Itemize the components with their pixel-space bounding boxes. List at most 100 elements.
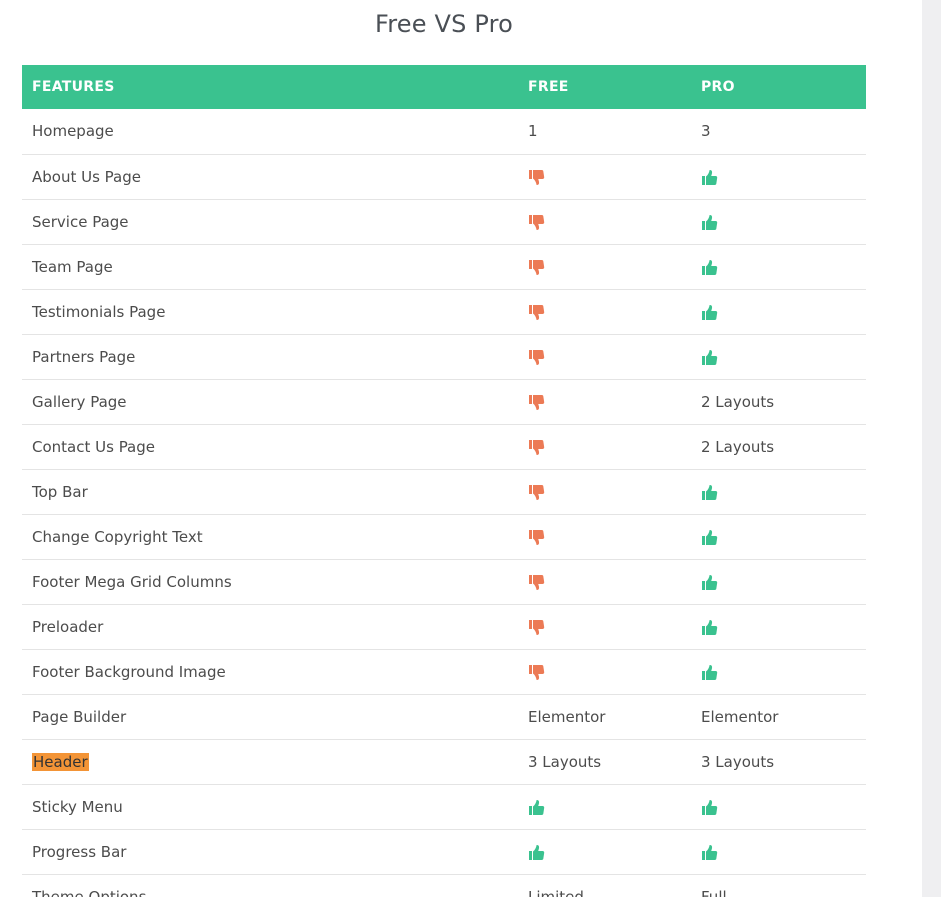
pro-cell	[693, 154, 866, 200]
free-value: Elementor	[528, 707, 606, 726]
free-cell	[520, 469, 693, 515]
thumbs-down-icon	[528, 214, 545, 231]
table-row: Team Page	[22, 244, 866, 290]
free-cell	[520, 424, 693, 470]
pro-cell	[693, 604, 866, 650]
thumbs-down-icon	[528, 484, 545, 501]
table-header-row: FEATURES FREE PRO	[22, 65, 866, 109]
thumbs-down-icon	[528, 664, 545, 681]
thumbs-up-icon	[701, 259, 718, 276]
feature-label: Change Copyright Text	[32, 527, 203, 546]
scrollbar-track[interactable]	[922, 0, 941, 897]
pro-cell	[693, 559, 866, 605]
feature-cell: Homepage	[22, 109, 520, 155]
pro-value: Elementor	[701, 707, 779, 726]
table-row: Progress Bar	[22, 829, 866, 875]
free-cell: 3 Layouts	[520, 739, 693, 785]
table-row: Preloader	[22, 604, 866, 650]
free-cell: 1	[520, 109, 693, 155]
pro-value: 2 Layouts	[701, 437, 775, 456]
feature-cell: Page Builder	[22, 694, 520, 740]
feature-cell: Service Page	[22, 199, 520, 245]
thumbs-down-icon	[528, 304, 545, 321]
pro-cell: 3 Layouts	[693, 739, 866, 785]
feature-cell: Partners Page	[22, 334, 520, 380]
thumbs-up-icon	[528, 844, 545, 861]
comparison-table: FEATURES FREE PRO Homepage 1 3 About Us Pag…	[22, 65, 866, 897]
pro-cell: 2 Layouts	[693, 424, 866, 470]
thumbs-up-icon	[528, 799, 545, 816]
feature-label: Team Page	[32, 257, 113, 276]
thumbs-up-icon	[701, 799, 718, 816]
free-cell	[520, 559, 693, 605]
pro-cell	[693, 199, 866, 245]
table-row: Service Page	[22, 199, 866, 245]
free-cell	[520, 514, 693, 560]
feature-label: Homepage	[32, 122, 114, 141]
pro-cell	[693, 289, 866, 335]
pro-cell	[693, 244, 866, 290]
table-row: Footer Mega Grid Columns	[22, 559, 866, 605]
pro-value: Full	[701, 887, 727, 897]
feature-cell: Header	[22, 739, 520, 785]
feature-label: Contact Us Page	[32, 437, 156, 456]
pro-cell: Elementor	[693, 694, 866, 740]
free-cell	[520, 334, 693, 380]
feature-cell: Footer Background Image	[22, 649, 520, 695]
thumbs-down-icon	[528, 349, 545, 366]
feature-cell: Change Copyright Text	[22, 514, 520, 560]
feature-label: Partners Page	[32, 347, 136, 366]
pro-cell	[693, 649, 866, 695]
feature-label: About Us Page	[32, 167, 141, 186]
free-cell	[520, 379, 693, 425]
feature-cell: Preloader	[22, 604, 520, 650]
pro-cell: Full	[693, 874, 866, 897]
thumbs-down-icon	[528, 619, 545, 636]
free-value: Limited	[528, 887, 584, 897]
free-cell	[520, 649, 693, 695]
feature-cell: Progress Bar	[22, 829, 520, 875]
header-features: FEATURES	[22, 65, 520, 109]
feature-label: Service Page	[32, 212, 129, 231]
thumbs-down-icon	[528, 439, 545, 456]
free-cell	[520, 604, 693, 650]
thumbs-up-icon	[701, 619, 718, 636]
free-cell	[520, 784, 693, 830]
feature-label: Sticky Menu	[32, 797, 123, 816]
free-cell	[520, 829, 693, 875]
thumbs-up-icon	[701, 844, 718, 861]
table-row: Homepage 1 3	[22, 109, 866, 155]
feature-label: Testimonials Page	[32, 302, 166, 321]
free-value: 3 Layouts	[528, 752, 602, 771]
thumbs-down-icon	[528, 169, 545, 186]
table-row: Theme Options Limited Full	[22, 874, 866, 897]
thumbs-down-icon	[528, 529, 545, 546]
pro-cell	[693, 829, 866, 875]
table-row: Top Bar	[22, 469, 866, 515]
feature-cell: About Us Page	[22, 154, 520, 200]
table-row: Header 3 Layouts 3 Layouts	[22, 739, 866, 785]
page-title: Free VS Pro	[374, 10, 514, 38]
pro-cell	[693, 514, 866, 560]
feature-label: Progress Bar	[32, 842, 127, 861]
table-row: Testimonials Page	[22, 289, 866, 335]
feature-cell: Testimonials Page	[22, 289, 520, 335]
feature-label: Theme Options	[32, 887, 147, 897]
header-pro: PRO	[693, 65, 866, 109]
free-value: 1	[528, 122, 538, 141]
feature-cell: Team Page	[22, 244, 520, 290]
pro-cell	[693, 334, 866, 380]
feature-label: Page Builder	[32, 707, 127, 726]
thumbs-up-icon	[701, 304, 718, 321]
free-cell	[520, 289, 693, 335]
thumbs-down-icon	[528, 394, 545, 411]
thumbs-up-icon	[701, 169, 718, 186]
thumbs-down-icon	[528, 574, 545, 591]
thumbs-up-icon	[701, 529, 718, 546]
pro-value: 3 Layouts	[701, 752, 775, 771]
feature-label: Footer Mega Grid Columns	[32, 572, 232, 591]
feature-label: Gallery Page	[32, 392, 127, 411]
pro-value: 2 Layouts	[701, 392, 775, 411]
feature-label: Preloader	[32, 617, 104, 636]
feature-cell: Sticky Menu	[22, 784, 520, 830]
